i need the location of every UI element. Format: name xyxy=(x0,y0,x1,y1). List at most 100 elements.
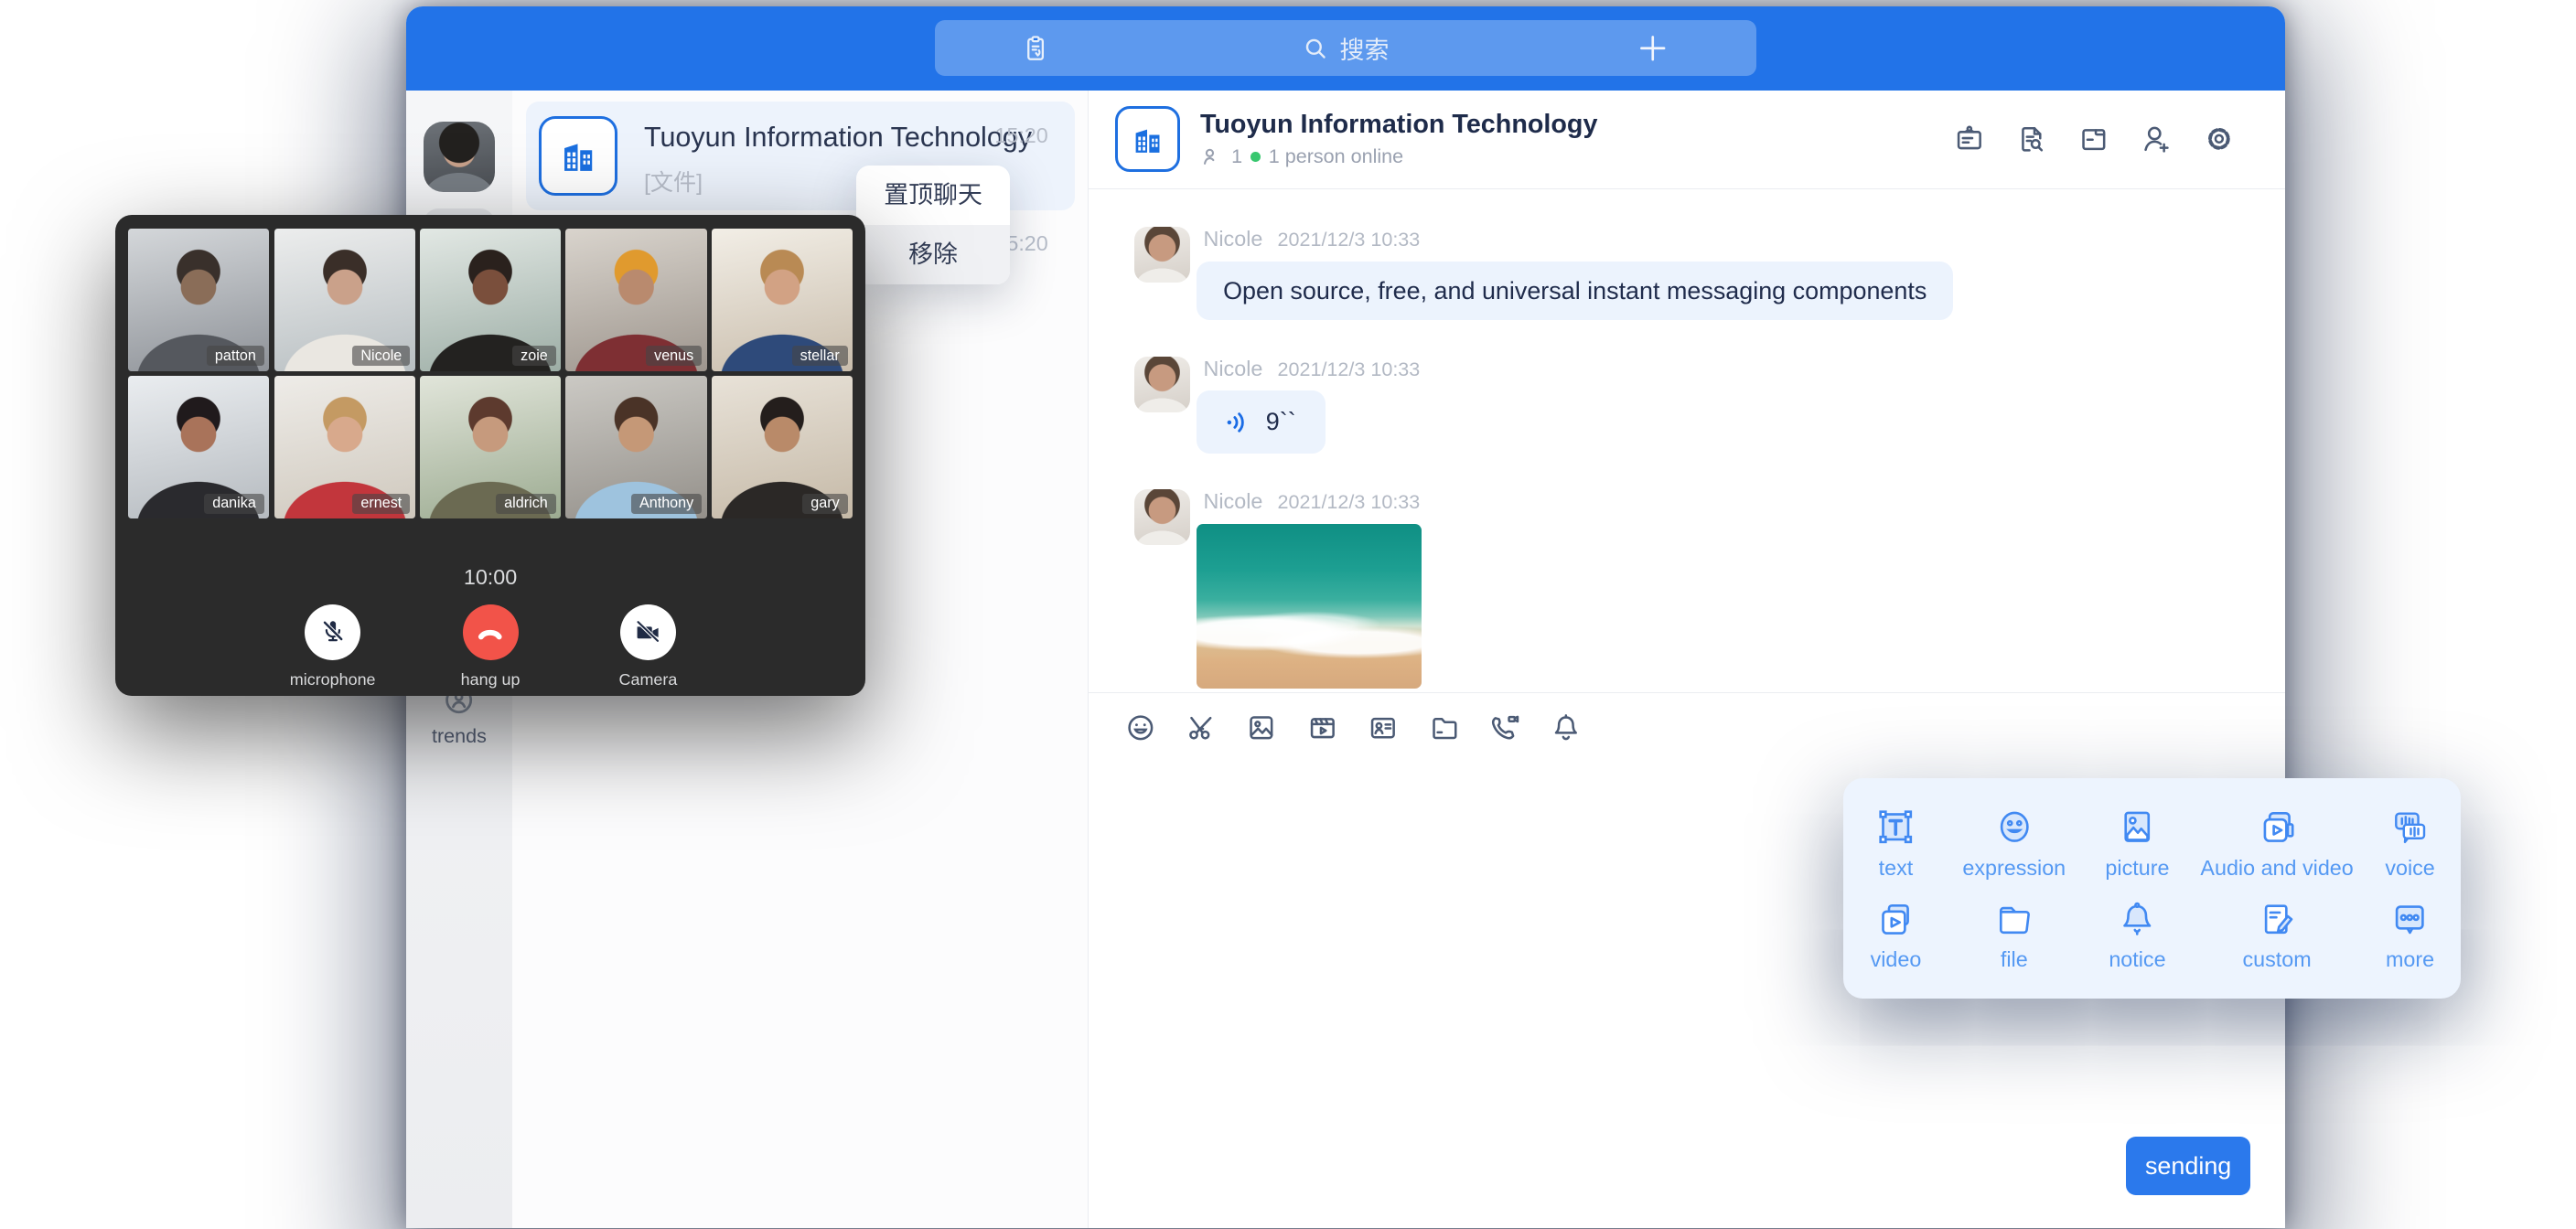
emoji-icon[interactable] xyxy=(1123,711,1158,745)
conversation-title: Tuoyun Information Technology xyxy=(644,122,1032,154)
video-tile: venus xyxy=(565,229,706,371)
search-bar[interactable]: 搜索 xyxy=(935,20,1756,76)
panel-item-file[interactable]: file xyxy=(1992,897,2036,973)
chat-group-avatar[interactable] xyxy=(1115,106,1181,172)
video-tile: Anthony xyxy=(565,376,706,518)
video-icon xyxy=(1873,897,1917,941)
participant-name: danika xyxy=(204,494,264,515)
audio-video-icon xyxy=(2255,805,2299,849)
notice-icon xyxy=(2115,897,2159,941)
panel-item-more[interactable]: more xyxy=(2386,897,2434,973)
menu-item-pin-chat[interactable]: 置顶聊天 xyxy=(856,166,1011,225)
video-clip-icon[interactable] xyxy=(1305,711,1340,745)
panel-item-picture[interactable]: picture xyxy=(2105,805,2169,881)
panel-item-expression[interactable]: expression xyxy=(1962,805,2066,881)
message-time: 2021/12/3 10:33 xyxy=(1278,228,1421,251)
panel-item-notice[interactable]: notice xyxy=(2109,897,2165,973)
screenshot-scissors-icon[interactable] xyxy=(1184,711,1218,745)
voice-duration: 9`` xyxy=(1266,407,1296,436)
hang-up-label: hang up xyxy=(437,670,544,689)
camera-button[interactable]: Camera xyxy=(595,604,702,689)
video-grid: patton Nicole zoie venus stellar danika … xyxy=(128,229,853,519)
video-tile: stellar xyxy=(712,229,853,371)
notification-bell-icon[interactable] xyxy=(1549,711,1583,745)
sender-avatar[interactable] xyxy=(1134,489,1190,545)
sender-avatar[interactable] xyxy=(1134,357,1190,412)
group-notice-icon[interactable] xyxy=(1952,122,1987,156)
mic-off-icon xyxy=(317,615,349,648)
panel-item-label: picture xyxy=(2105,856,2169,881)
chat-title: Tuoyun Information Technology xyxy=(1200,110,1597,140)
sender-avatar[interactable] xyxy=(1134,227,1190,283)
image-icon[interactable] xyxy=(1244,711,1279,745)
video-tile: Nicole xyxy=(274,229,415,371)
chat-subtitle: 1 1 person online xyxy=(1200,144,1597,168)
hang-up-icon xyxy=(472,614,509,651)
hang-up-button[interactable]: hang up xyxy=(437,604,544,689)
video-tile: danika xyxy=(128,376,269,518)
group-files-icon[interactable] xyxy=(2077,122,2111,156)
message-list: Nicole 2021/12/3 10:33 Open source, free… xyxy=(1089,189,2285,692)
building-icon xyxy=(555,133,601,178)
panel-item-audio-video[interactable]: Audio and video xyxy=(2200,805,2353,881)
custom-icon xyxy=(2255,897,2299,941)
image-attachment[interactable] xyxy=(1197,524,1422,689)
panel-item-label: video xyxy=(1871,947,1922,972)
input-toolbar xyxy=(1089,692,2285,763)
panel-item-label: voice xyxy=(2385,856,2434,881)
camera-off-icon xyxy=(631,615,664,648)
message-time: 2021/12/3 10:33 xyxy=(1278,358,1421,381)
call-timer: 10:00 xyxy=(128,565,853,590)
chat-history-search-icon[interactable] xyxy=(2014,122,2049,156)
panel-item-label: custom xyxy=(2242,947,2311,972)
add-icon[interactable] xyxy=(1635,30,1671,67)
panel-item-label: text xyxy=(1873,856,1917,881)
building-icon xyxy=(1128,120,1167,159)
video-call-window: patton Nicole zoie venus stellar danika … xyxy=(115,215,866,696)
message-image: Nicole 2021/12/3 10:33 xyxy=(1134,489,2252,688)
picture-icon xyxy=(2115,805,2159,849)
message-type-panel: text expression picture Audio and vide xyxy=(1843,778,2461,999)
chat-header-info: Tuoyun Information Technology 1 1 person… xyxy=(1200,110,1597,168)
message-time: 2021/12/3 10:33 xyxy=(1278,490,1421,514)
send-button[interactable]: sending xyxy=(2126,1137,2250,1196)
voice-icon xyxy=(2388,805,2431,849)
participant-name: venus xyxy=(646,346,702,367)
voice-wave-icon xyxy=(1220,406,1253,439)
menu-item-remove[interactable]: 移除 xyxy=(856,225,1011,284)
member-count: 1 xyxy=(1231,144,1242,168)
panel-item-label: Audio and video xyxy=(2200,856,2353,881)
microphone-button[interactable]: microphone xyxy=(279,604,386,689)
add-member-icon[interactable] xyxy=(2139,122,2174,156)
voice-bubble[interactable]: 9`` xyxy=(1197,390,1326,453)
online-dot xyxy=(1250,152,1261,162)
panel-item-label: file xyxy=(1992,947,2036,972)
file-folder-icon[interactable] xyxy=(1427,711,1462,745)
my-avatar[interactable] xyxy=(424,122,494,192)
participant-name: gary xyxy=(802,494,847,515)
panel-item-label: notice xyxy=(2109,947,2165,972)
participant-name: zoie xyxy=(512,346,556,367)
participant-name: ernest xyxy=(352,494,410,515)
video-tile: patton xyxy=(128,229,269,371)
panel-item-text[interactable]: text xyxy=(1873,805,1917,881)
participant-name: Nicole xyxy=(352,346,410,367)
panel-item-custom[interactable]: custom xyxy=(2242,897,2311,973)
chat-panel: Tuoyun Information Technology 1 1 person… xyxy=(1088,91,2285,1229)
panel-item-label: expression xyxy=(1962,856,2066,881)
camera-label: Camera xyxy=(595,670,702,689)
message-text: Nicole 2021/12/3 10:33 Open source, free… xyxy=(1134,227,2252,320)
page: 搜索 trends xyxy=(0,0,2576,1228)
video-tile: aldrich xyxy=(420,376,561,518)
panel-item-voice[interactable]: voice xyxy=(2385,805,2434,881)
settings-icon[interactable] xyxy=(2202,122,2237,156)
panel-item-video[interactable]: video xyxy=(1871,897,1922,973)
participant-name: Anthony xyxy=(631,494,702,515)
group-avatar xyxy=(539,116,617,195)
call-icon[interactable] xyxy=(1487,711,1522,745)
conversation-time: 15:20 xyxy=(994,123,1047,148)
search-icon xyxy=(1302,35,1330,63)
contact-card-icon[interactable] xyxy=(1366,711,1401,745)
order-phone-icon[interactable] xyxy=(1020,33,1051,64)
more-icon xyxy=(2388,897,2431,941)
